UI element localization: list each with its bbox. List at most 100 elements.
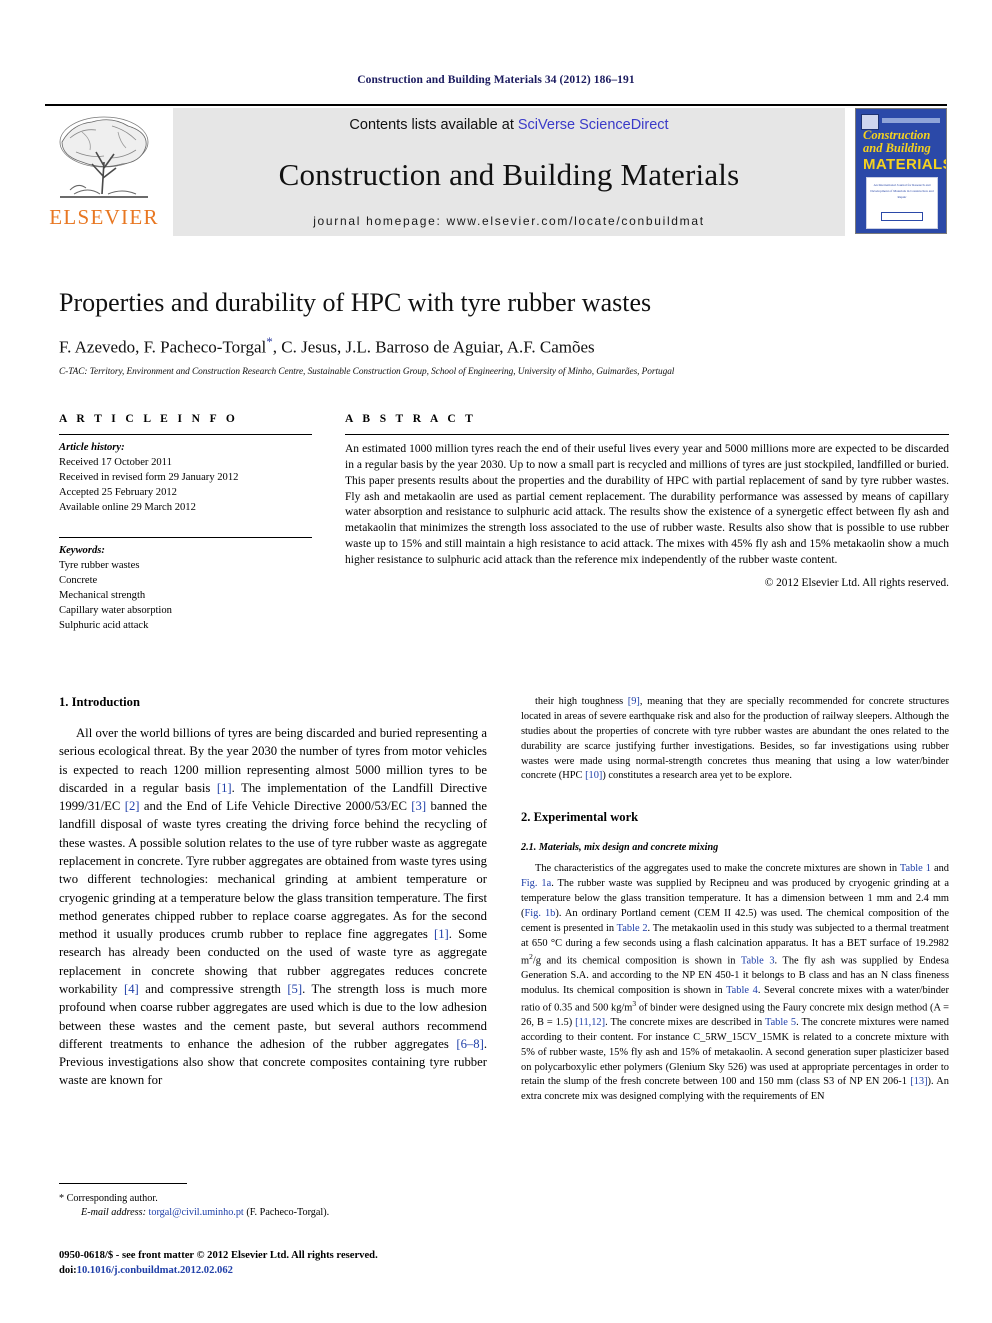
email-label: E-mail address: [81,1207,146,1219]
list-item: Sulphuric acid attack [59,620,149,632]
keywords-list: Tyre rubber wastes Concrete Mechanical s… [59,558,312,633]
elsevier-wordmark: ELSEVIER [49,205,159,229]
email-author-name: (F. Pacheco-Torgal). [246,1207,330,1219]
mat-text-a: The characteristics of the aggregates us… [535,863,900,875]
corresponding-author-text: Corresponding author. [66,1193,158,1204]
issn-doi-block: 0950-0618/$ - see front matter © 2012 El… [59,1248,499,1278]
masthead-center: Contents lists available at SciVerse Sci… [173,108,845,236]
cover-top-bar [882,118,940,123]
journal-homepage-link[interactable]: journal homepage: www.elsevier.com/locat… [313,214,705,228]
contents-available-line: Contents lists available at SciVerse Sci… [349,117,668,133]
subsection-heading-materials: 2.1. Materials, mix design and concrete … [521,842,719,854]
sciencedirect-link[interactable]: SciVerse ScienceDirect [518,117,669,133]
link-fig-1b[interactable]: Fig. 1b [524,908,555,919]
list-item: Accepted 25 February 2012 [59,487,177,499]
citation-ref-6-8[interactable]: [6–8] [456,1037,483,1051]
intro-right-text-c: ) constitutes a research area yet to be … [602,770,792,782]
footnote-rule [59,1183,187,1184]
abstract-text: An estimated 1000 million tyres reach th… [345,443,949,567]
email-note: E-mail address: torgal@civil.uminho.pt (… [59,1206,487,1220]
link-table-4[interactable]: Table 4 [726,985,758,996]
citation-ref-5[interactable]: [5] [287,982,302,996]
citation-ref-11-12[interactable]: [11,12] [575,1017,605,1028]
section-heading-experimental: 2. Experimental work [521,810,639,825]
corresponding-author-note: * Corresponding author. [59,1192,487,1206]
doi-label: doi: [59,1265,77,1277]
citation-ref-2[interactable]: [2] [125,799,140,813]
info-abstract-region: A R T I C L E I N F O Article history: R… [59,413,949,633]
body-column-left: 1. Introduction All over the world billi… [59,695,487,1105]
link-table-5[interactable]: Table 5 [765,1017,796,1028]
citation-ref-10[interactable]: [10] [585,770,602,781]
cover-inner-panel: An International Journal for Research an… [866,177,938,229]
keywords-label: Keywords: [59,545,105,557]
footnote-star-marker: * [59,1193,65,1204]
list-item: Received 17 October 2011 [59,457,172,468]
cover-footer-box [881,212,923,221]
mat-text-j: . The concrete mixes are described in [605,1016,765,1028]
issn-line: 0950-0618/$ - see front matter © 2012 El… [59,1250,378,1261]
link-table-1[interactable]: Table 1 [900,863,931,874]
cover-title-line3: MATERIALS [863,156,947,173]
abstract-heading: A B S T R A C T [345,413,477,425]
elsevier-tree-icon [52,112,156,206]
intro-continuation-paragraph: their high toughness [9], meaning that t… [521,695,949,784]
citation-ref-13[interactable]: [13] [910,1076,927,1087]
intro-text-c: and the End of Life Vehicle Directive 20… [139,799,412,814]
intro-right-text-b: , meaning that they are specially recomm… [521,696,950,782]
paper-page: Construction and Building Materials 34 (… [0,0,992,1323]
citation-ref-9[interactable]: [9] [628,696,640,707]
mat-text-f: /g and its chemical composition is shown… [532,954,741,966]
authors-rest: , C. Jesus, J.L. Barroso de Aguiar, A.F.… [272,337,595,357]
list-item: Available online 29 March 2012 [59,502,196,514]
body-columns: 1. Introduction All over the world billi… [59,695,949,1105]
link-fig-1a[interactable]: Fig. 1a [521,878,551,889]
mat-text-b: and [930,863,949,875]
cover-inner-text: An International Journal for Research an… [870,183,934,199]
doi-line: doi:10.1016/j.conbuildmat.2012.02.062 [59,1263,499,1278]
list-item: Concrete [59,575,98,587]
intro-paragraph: All over the world billions of tyres are… [59,724,487,1090]
footnote-area: * Corresponding author. E-mail address: … [59,1183,487,1221]
keywords-rule [59,537,312,539]
intro-right-text-a: their high toughness [535,696,628,707]
citation-ref-4[interactable]: [4] [124,982,139,996]
journal-cover-thumbnail: Construction and Building MATERIALS An I… [855,108,947,234]
journal-title: Construction and Building Materials [278,156,740,192]
citation-ref-1b[interactable]: [1] [434,927,449,941]
intro-text-f: and compressive strength [138,981,288,996]
intro-text-d: banned the landfill disposal of waste ty… [59,799,488,942]
abstract-column: A B S T R A C T An estimated 1000 millio… [312,413,949,633]
article-history-list: Received 17 October 2011 Received in rev… [59,455,312,515]
authors-first: F. Azevedo, F. Pacheco-Torgal [59,337,267,357]
section-heading-introduction: 1. Introduction [59,695,140,709]
affiliation: C-TAC: Territory, Environment and Constr… [59,366,675,377]
article-info-column: A R T I C L E I N F O Article history: R… [59,413,312,633]
citation-ref-3[interactable]: [3] [411,799,426,813]
materials-paragraph: The characteristics of the aggregates us… [521,862,949,1105]
link-table-3[interactable]: Table 3 [741,955,775,966]
email-link[interactable]: torgal@civil.uminho.pt [149,1207,244,1218]
contents-prefix: Contents lists available at [349,117,518,133]
author-list: F. Azevedo, F. Pacheco-Torgal*, C. Jesus… [59,334,949,358]
citation-ref-1a[interactable]: [1] [217,781,232,795]
elsevier-logo: ELSEVIER [45,108,163,236]
cover-title-line2: and Building [863,141,931,155]
link-table-2[interactable]: Table 2 [617,923,648,934]
page-title: Properties and durability of HPC with ty… [59,288,652,317]
article-info-heading: A R T I C L E I N F O [59,413,239,425]
copyright-line: © 2012 Elsevier Ltd. All rights reserved… [764,576,949,589]
list-item: Received in revised form 29 January 2012 [59,472,239,484]
article-history-label: Article history: [59,442,125,453]
journal-masthead: ELSEVIER Contents lists available at Sci… [45,104,947,236]
abstract-rule [345,434,949,435]
article-info-rule [59,434,312,435]
running-head: Construction and Building Materials 34 (… [357,74,635,86]
doi-link[interactable]: 10.1016/j.conbuildmat.2012.02.062 [77,1265,233,1276]
title-block: Properties and durability of HPC with ty… [59,288,949,377]
body-column-right: their high toughness [9], meaning that t… [521,695,949,1105]
keywords-block: Keywords: Tyre rubber wastes Concrete Me… [59,537,312,633]
list-item: Mechanical strength [59,590,146,602]
list-item: Capillary water absorption [59,605,172,617]
list-item: Tyre rubber wastes [59,560,140,572]
